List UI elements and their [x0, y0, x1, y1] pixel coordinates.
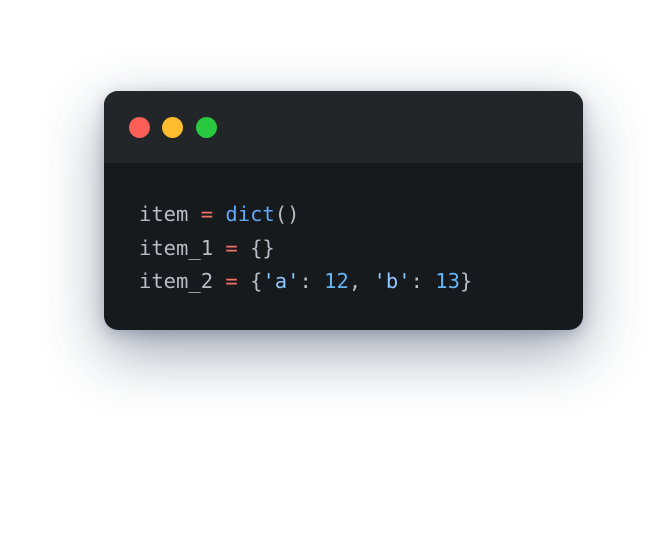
code-token-number: 13: [435, 269, 460, 293]
code-line: item = dict(): [139, 198, 472, 232]
code-token-plain: item_2: [139, 269, 226, 293]
window-titlebar: [104, 91, 583, 163]
minimize-window-button[interactable]: [162, 117, 183, 138]
code-token-plain: {: [237, 269, 263, 293]
code-token-plain: ,: [348, 269, 374, 293]
code-line: item_2 = {'a': 12, 'b': 13}: [139, 265, 472, 299]
code-token-plain: }: [459, 269, 473, 293]
code-token-operator: =: [200, 202, 214, 226]
code-token-string: 'a': [262, 269, 300, 293]
close-window-button[interactable]: [129, 117, 150, 138]
code-token-plain: :: [410, 269, 436, 293]
code-line: item_1 = {}: [139, 232, 472, 266]
code-block: item = dict() item_1 = {} item_2 = {'a': 1…: [139, 198, 472, 299]
code-token-operator: =: [225, 269, 238, 293]
code-token-plain: {}: [237, 235, 275, 260]
zoom-window-button[interactable]: [196, 117, 217, 138]
code-token-operator: =: [225, 235, 238, 260]
code-token-plain: item_1: [139, 235, 226, 260]
code-token-string: 'b': [373, 269, 411, 293]
code-token-plain: (): [274, 202, 300, 226]
code-token-function: dict: [225, 202, 275, 226]
code-token-number: 12: [324, 269, 349, 293]
code-window: item = dict() item_1 = {} item_2 = {'a': 1…: [104, 91, 583, 330]
code-token-plain: item: [139, 202, 201, 226]
code-token-plain: :: [299, 269, 325, 293]
